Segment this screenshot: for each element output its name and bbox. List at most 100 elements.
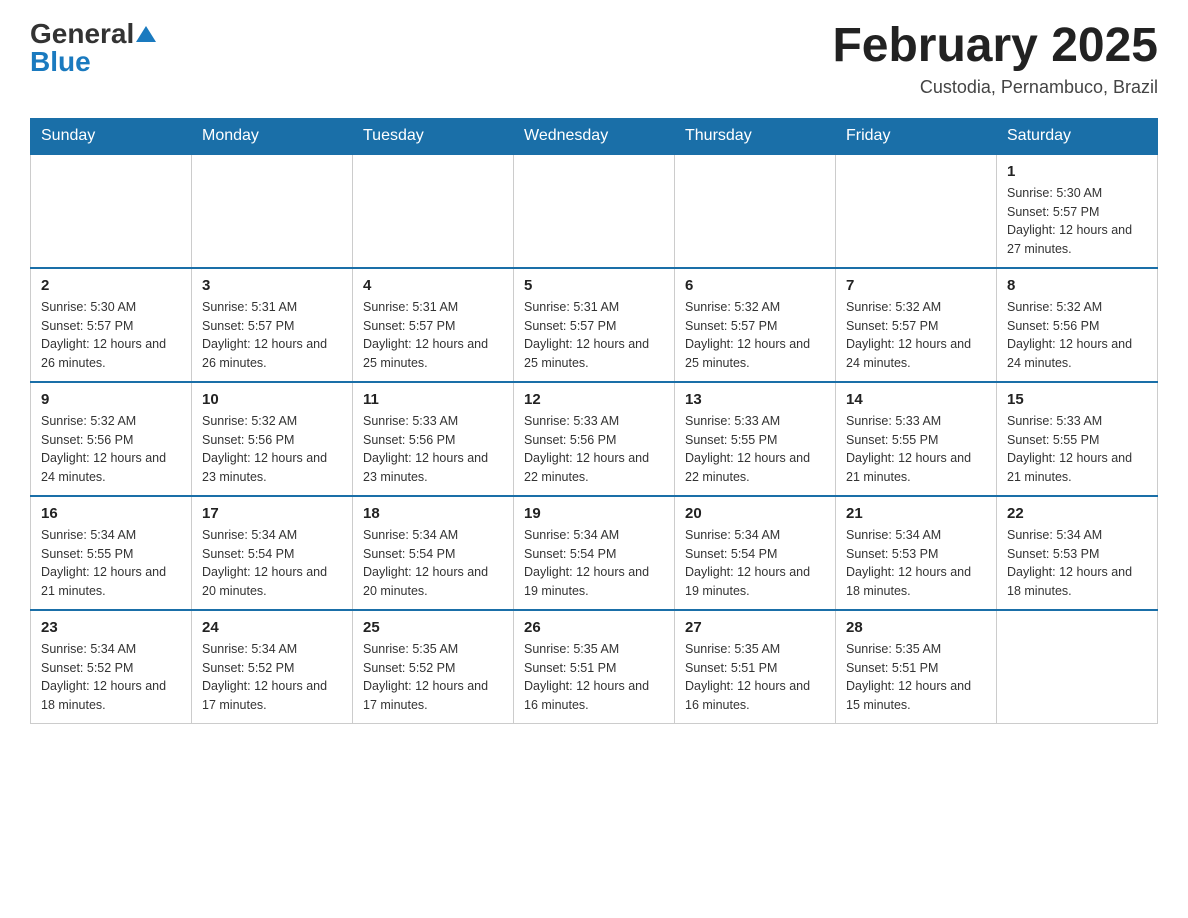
calendar-cell: 10 Sunrise: 5:32 AMSunset: 5:56 PMDayligh… — [192, 382, 353, 496]
day-number: 10 — [202, 391, 342, 408]
day-number: 14 — [846, 391, 986, 408]
month-title: February 2025 — [832, 20, 1158, 73]
day-info: Sunrise: 5:33 AMSunset: 5:55 PMDaylight:… — [846, 412, 986, 487]
calendar-cell: 25 Sunrise: 5:35 AMSunset: 5:52 PMDayligh… — [353, 610, 514, 724]
calendar-header-row: SundayMondayTuesdayWednesdayThursdayFrid… — [31, 118, 1158, 154]
day-number: 9 — [41, 391, 181, 408]
calendar-cell: 18 Sunrise: 5:34 AMSunset: 5:54 PMDayligh… — [353, 496, 514, 610]
day-info: Sunrise: 5:32 AMSunset: 5:56 PMDaylight:… — [41, 412, 181, 487]
day-number: 28 — [846, 619, 986, 636]
calendar-week-2: 2 Sunrise: 5:30 AMSunset: 5:57 PMDaylight… — [31, 268, 1158, 382]
day-number: 20 — [685, 505, 825, 522]
logo-triangle-icon — [136, 26, 156, 42]
day-number: 3 — [202, 277, 342, 294]
title-section: February 2025 Custodia, Pernambuco, Braz… — [832, 20, 1158, 98]
calendar-cell: 11 Sunrise: 5:33 AMSunset: 5:56 PMDayligh… — [353, 382, 514, 496]
day-info: Sunrise: 5:35 AMSunset: 5:51 PMDaylight:… — [685, 640, 825, 715]
calendar-cell: 2 Sunrise: 5:30 AMSunset: 5:57 PMDaylight… — [31, 268, 192, 382]
day-number: 23 — [41, 619, 181, 636]
day-number: 25 — [363, 619, 503, 636]
day-info: Sunrise: 5:34 AMSunset: 5:55 PMDaylight:… — [41, 526, 181, 601]
calendar-cell: 5 Sunrise: 5:31 AMSunset: 5:57 PMDaylight… — [514, 268, 675, 382]
calendar-cell — [675, 154, 836, 268]
day-info: Sunrise: 5:31 AMSunset: 5:57 PMDaylight:… — [363, 298, 503, 373]
logo-general-text: General — [30, 20, 134, 48]
calendar-cell: 13 Sunrise: 5:33 AMSunset: 5:55 PMDayligh… — [675, 382, 836, 496]
day-header-monday: Monday — [192, 118, 353, 154]
calendar-cell: 19Sunrise: 5:34 AMSunset: 5:54 PMDayligh… — [514, 496, 675, 610]
calendar-cell — [997, 610, 1158, 724]
day-number: 11 — [363, 391, 503, 408]
day-info: Sunrise: 5:35 AMSunset: 5:51 PMDaylight:… — [846, 640, 986, 715]
day-info: Sunrise: 5:35 AMSunset: 5:51 PMDaylight:… — [524, 640, 664, 715]
day-number: 22 — [1007, 505, 1147, 522]
day-number: 15 — [1007, 391, 1147, 408]
calendar-week-3: 9 Sunrise: 5:32 AMSunset: 5:56 PMDaylight… — [31, 382, 1158, 496]
day-info: Sunrise: 5:32 AMSunset: 5:57 PMDaylight:… — [685, 298, 825, 373]
day-info: Sunrise: 5:33 AMSunset: 5:55 PMDaylight:… — [685, 412, 825, 487]
calendar-week-4: 16Sunrise: 5:34 AMSunset: 5:55 PMDayligh… — [31, 496, 1158, 610]
day-number: 4 — [363, 277, 503, 294]
day-info: Sunrise: 5:30 AMSunset: 5:57 PMDaylight:… — [1007, 184, 1147, 259]
calendar-cell: 16Sunrise: 5:34 AMSunset: 5:55 PMDayligh… — [31, 496, 192, 610]
day-number: 6 — [685, 277, 825, 294]
calendar-cell: 14 Sunrise: 5:33 AMSunset: 5:55 PMDayligh… — [836, 382, 997, 496]
calendar-cell: 12 Sunrise: 5:33 AMSunset: 5:56 PMDayligh… — [514, 382, 675, 496]
location-text: Custodia, Pernambuco, Brazil — [832, 77, 1158, 98]
day-number: 2 — [41, 277, 181, 294]
day-number: 24 — [202, 619, 342, 636]
calendar-cell: 4 Sunrise: 5:31 AMSunset: 5:57 PMDaylight… — [353, 268, 514, 382]
day-info: Sunrise: 5:34 AMSunset: 5:53 PMDaylight:… — [1007, 526, 1147, 601]
calendar-cell: 17 Sunrise: 5:34 AMSunset: 5:54 PMDayligh… — [192, 496, 353, 610]
calendar-cell: 20 Sunrise: 5:34 AMSunset: 5:54 PMDayligh… — [675, 496, 836, 610]
calendar-cell — [31, 154, 192, 268]
day-number: 12 — [524, 391, 664, 408]
calendar-cell: 21Sunrise: 5:34 AMSunset: 5:53 PMDayligh… — [836, 496, 997, 610]
day-header-thursday: Thursday — [675, 118, 836, 154]
day-header-sunday: Sunday — [31, 118, 192, 154]
calendar-cell — [192, 154, 353, 268]
day-info: Sunrise: 5:31 AMSunset: 5:57 PMDaylight:… — [202, 298, 342, 373]
day-info: Sunrise: 5:34 AMSunset: 5:52 PMDaylight:… — [202, 640, 342, 715]
day-info: Sunrise: 5:35 AMSunset: 5:52 PMDaylight:… — [363, 640, 503, 715]
calendar-week-5: 23 Sunrise: 5:34 AMSunset: 5:52 PMDayligh… — [31, 610, 1158, 724]
calendar-table: SundayMondayTuesdayWednesdayThursdayFrid… — [30, 118, 1158, 724]
day-header-saturday: Saturday — [997, 118, 1158, 154]
day-info: Sunrise: 5:34 AMSunset: 5:54 PMDaylight:… — [363, 526, 503, 601]
calendar-cell — [836, 154, 997, 268]
day-info: Sunrise: 5:32 AMSunset: 5:56 PMDaylight:… — [202, 412, 342, 487]
day-info: Sunrise: 5:33 AMSunset: 5:56 PMDaylight:… — [363, 412, 503, 487]
day-number: 1 — [1007, 163, 1147, 180]
logo-blue-text: Blue — [30, 48, 91, 76]
calendar-cell: 22 Sunrise: 5:34 AMSunset: 5:53 PMDayligh… — [997, 496, 1158, 610]
page-header: General Blue February 2025 Custodia, Per… — [30, 20, 1158, 98]
day-info: Sunrise: 5:33 AMSunset: 5:55 PMDaylight:… — [1007, 412, 1147, 487]
day-number: 18 — [363, 505, 503, 522]
calendar-cell: 15 Sunrise: 5:33 AMSunset: 5:55 PMDayligh… — [997, 382, 1158, 496]
calendar-cell: 9 Sunrise: 5:32 AMSunset: 5:56 PMDaylight… — [31, 382, 192, 496]
calendar-cell — [353, 154, 514, 268]
calendar-cell: 6 Sunrise: 5:32 AMSunset: 5:57 PMDaylight… — [675, 268, 836, 382]
calendar-week-1: 1 Sunrise: 5:30 AMSunset: 5:57 PMDaylight… — [31, 154, 1158, 268]
day-header-friday: Friday — [836, 118, 997, 154]
day-info: Sunrise: 5:32 AMSunset: 5:56 PMDaylight:… — [1007, 298, 1147, 373]
calendar-cell: 1 Sunrise: 5:30 AMSunset: 5:57 PMDaylight… — [997, 154, 1158, 268]
calendar-cell: 28 Sunrise: 5:35 AMSunset: 5:51 PMDayligh… — [836, 610, 997, 724]
calendar-cell: 23Sunrise: 5:34 AMSunset: 5:52 PMDayligh… — [31, 610, 192, 724]
day-number: 7 — [846, 277, 986, 294]
day-info: Sunrise: 5:33 AMSunset: 5:56 PMDaylight:… — [524, 412, 664, 487]
day-number: 26 — [524, 619, 664, 636]
calendar-cell: 7 Sunrise: 5:32 AMSunset: 5:57 PMDaylight… — [836, 268, 997, 382]
calendar-cell: 26 Sunrise: 5:35 AMSunset: 5:51 PMDayligh… — [514, 610, 675, 724]
day-number: 17 — [202, 505, 342, 522]
day-number: 8 — [1007, 277, 1147, 294]
day-info: Sunrise: 5:34 AMSunset: 5:54 PMDaylight:… — [202, 526, 342, 601]
day-info: Sunrise: 5:32 AMSunset: 5:57 PMDaylight:… — [846, 298, 986, 373]
day-number: 5 — [524, 277, 664, 294]
day-info: Sunrise: 5:34 AMSunset: 5:54 PMDaylight:… — [685, 526, 825, 601]
day-info: Sunrise: 5:31 AMSunset: 5:57 PMDaylight:… — [524, 298, 664, 373]
calendar-cell: 8 Sunrise: 5:32 AMSunset: 5:56 PMDaylight… — [997, 268, 1158, 382]
day-info: Sunrise: 5:30 AMSunset: 5:57 PMDaylight:… — [41, 298, 181, 373]
day-number: 13 — [685, 391, 825, 408]
calendar-cell: 24 Sunrise: 5:34 AMSunset: 5:52 PMDayligh… — [192, 610, 353, 724]
